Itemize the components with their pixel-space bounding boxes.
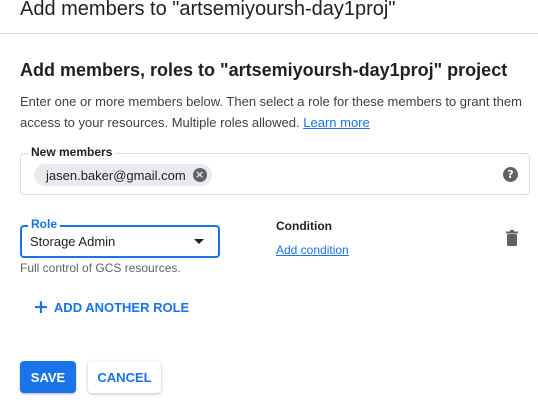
member-chip: jasen.baker@gmail.com × [34,164,212,186]
member-chip-label: jasen.baker@gmail.com [46,167,186,183]
add-another-role-button[interactable]: + ADD ANOTHER ROLE [33,298,189,317]
save-button[interactable]: SAVE [20,361,76,393]
new-members-field[interactable]: New members jasen.baker@gmail.com × ? [20,145,530,195]
plus-icon: + [33,296,49,318]
role-selected-value: Storage Admin [30,234,116,249]
cancel-button[interactable]: CANCEL [88,361,161,393]
add-condition-link[interactable]: Add condition [276,243,349,257]
role-description: Full control of GCS resources. [20,261,181,275]
section-description: Enter one or more members below. Then se… [20,91,530,133]
section-title: Add members, roles to "artsemiyoursh-day… [20,60,508,80]
trash-icon[interactable] [505,230,519,246]
role-label: Role [28,217,61,231]
header-divider [0,33,538,34]
dialog-title: Add members to "artsemiyoursh-day1proj" [20,0,396,20]
remove-chip-icon[interactable]: × [192,168,207,182]
help-icon[interactable]: ? [503,167,518,182]
new-members-label: New members [28,145,116,159]
description-text: Enter one or more members below. Then se… [20,94,522,130]
learn-more-link[interactable]: Learn more [303,115,369,130]
condition-label: Condition [276,219,332,233]
add-another-role-label: ADD ANOTHER ROLE [53,300,190,315]
dropdown-arrow-icon [194,239,204,244]
role-select[interactable]: Role Storage Admin [20,217,220,258]
